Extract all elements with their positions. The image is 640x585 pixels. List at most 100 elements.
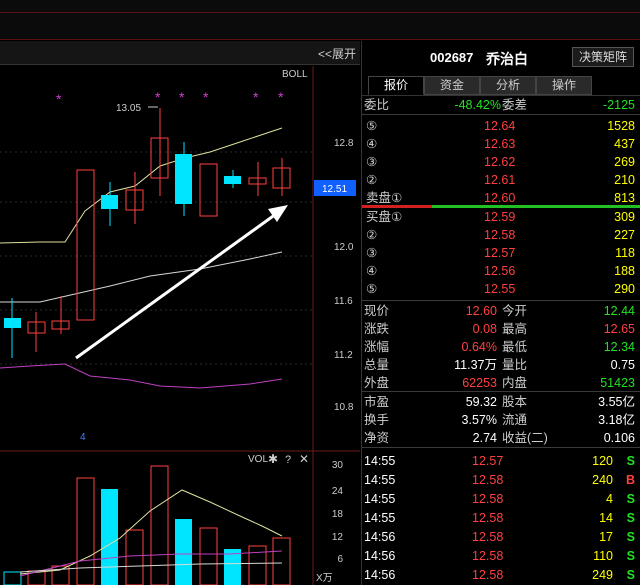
tick-row: 14:56 12.58 249 S xyxy=(362,566,640,584)
quote-value: 12.34 xyxy=(603,340,635,354)
bid-row: ④ 12.56 188 xyxy=(362,262,640,280)
tick-flag: S xyxy=(626,530,635,544)
chart-toolbar: <<展开 xyxy=(0,41,360,65)
ask-volume: 269 xyxy=(614,155,635,169)
quote-value: 0.08 xyxy=(472,322,497,336)
commission-ratio-value: -48.42% xyxy=(454,98,501,112)
ask-price: 12.64 xyxy=(484,119,516,133)
close-icon[interactable]: ✕ xyxy=(299,452,309,466)
tick-time: 14:55 xyxy=(364,454,396,468)
quote-label: 总量 xyxy=(364,358,390,372)
stock-code: 002687 xyxy=(430,50,474,65)
bid-price: 12.56 xyxy=(484,264,516,278)
tick-row: 14:56 12.58 17 S xyxy=(362,528,640,546)
tick-volume: 249 xyxy=(592,568,613,582)
bid-volume: 309 xyxy=(614,210,635,224)
quote-label: 外盘 xyxy=(364,376,390,390)
help-icon[interactable]: ? xyxy=(285,454,291,466)
volume-unit: X万 xyxy=(316,573,333,584)
quote-label: 最高 xyxy=(502,322,528,336)
settings-icon[interactable]: ✱ xyxy=(268,452,278,466)
high-price-marker: 13.05 xyxy=(116,103,141,114)
quote-row: 涨幅 0.64% 最低 12.34 xyxy=(362,338,640,356)
volume-bar xyxy=(272,537,291,585)
fundamental-label: 市盈 xyxy=(364,395,390,409)
price-tick: 12.0 xyxy=(334,242,354,253)
expand-button[interactable]: <<展开 xyxy=(318,45,356,62)
tab-quote[interactable]: 报价 xyxy=(368,76,424,95)
tick-price: 12.58 xyxy=(472,511,504,525)
volume-indicator-label: VOL xyxy=(248,454,268,465)
ask-level: ③ xyxy=(366,155,378,169)
volume-tick: 12 xyxy=(332,532,344,543)
quote-label: 涨幅 xyxy=(364,340,390,354)
price-tick: 10.8 xyxy=(334,402,354,413)
tab-operations[interactable]: 操作 xyxy=(536,76,592,95)
quote-value: 0.64% xyxy=(461,340,497,354)
divider xyxy=(362,447,640,448)
bid-volume: 188 xyxy=(614,264,635,278)
tick-volume: 120 xyxy=(592,454,613,468)
bid-volume: 118 xyxy=(615,246,635,260)
commission-diff-value: -2125 xyxy=(603,98,635,112)
volume-tick: 6 xyxy=(337,554,343,565)
tick-price: 12.58 xyxy=(472,568,504,582)
tick-flag: S xyxy=(626,568,635,582)
bid-level: ② xyxy=(366,228,378,242)
ask-price: 12.61 xyxy=(484,173,516,187)
tab-funds[interactable]: 资金 xyxy=(424,76,480,95)
kline-chart[interactable]: BOLL 12.8 12.0 11.6 11.2 10.8 12.51 * * … xyxy=(0,66,360,585)
tick-time: 14:56 xyxy=(364,549,396,563)
volume-bar xyxy=(101,489,118,585)
bid-price: 12.55 xyxy=(484,282,516,296)
quote-panel: 002687 乔治白 决策矩阵 报价 资金 分析 操作 委比 -48.42% 委… xyxy=(361,41,640,585)
title-bar xyxy=(0,0,640,40)
signal-star: * xyxy=(155,89,161,105)
volume-bar xyxy=(125,529,144,585)
volume-tick: 18 xyxy=(332,509,344,520)
tick-price: 12.57 xyxy=(472,454,504,468)
commission-row: 委比 -48.42% 委差 -2125 xyxy=(362,96,640,114)
volume-bar xyxy=(76,477,95,585)
bid-level: 买盘① xyxy=(366,210,403,224)
quote-value: 11.37万 xyxy=(454,358,497,372)
fundamental-value: 3.55亿 xyxy=(598,395,635,409)
tick-time: 14:56 xyxy=(364,568,396,582)
quote-row: 外盘 62253 内盘 51423 xyxy=(362,374,640,392)
stock-name: 乔治白 xyxy=(486,51,528,67)
divider xyxy=(362,391,640,392)
fundamental-label: 净资 xyxy=(364,431,390,445)
fundamental-value: 3.18亿 xyxy=(598,413,635,427)
ask-level: ② xyxy=(366,173,378,187)
fundamental-label: 收益(二) xyxy=(502,431,548,445)
quote-value: 51423 xyxy=(600,376,635,390)
volume-bar xyxy=(199,527,218,585)
quote-row: 总量 11.37万 量比 0.75 xyxy=(362,356,640,374)
tick-row: 14:55 12.58 14 S xyxy=(362,509,640,527)
tick-row: 14:55 12.58 240 B xyxy=(362,471,640,489)
ask-row: ③ 12.62 269 xyxy=(362,153,640,171)
tick-time: 14:55 xyxy=(364,492,396,506)
fundamental-value: 3.57% xyxy=(461,413,497,427)
bid-volume: 227 xyxy=(614,228,635,242)
volume-bar xyxy=(150,465,169,585)
candle xyxy=(4,318,21,328)
boll-mid-line xyxy=(0,251,283,303)
tick-price: 12.58 xyxy=(472,530,504,544)
price-tick: 12.8 xyxy=(334,138,354,149)
ask-volume: 1528 xyxy=(607,119,635,133)
kline-svg: BOLL 12.8 12.0 11.6 11.2 10.8 12.51 * * … xyxy=(0,66,360,585)
fundamental-label: 换手 xyxy=(364,413,390,427)
bid-row: 买盘① 12.59 309 xyxy=(362,208,640,226)
volume-tick: 24 xyxy=(332,486,344,497)
ask-level: ④ xyxy=(366,137,378,151)
candle xyxy=(199,163,218,217)
quote-label: 今开 xyxy=(502,304,528,318)
commission-diff-label: 委差 xyxy=(502,98,528,112)
tab-analysis[interactable]: 分析 xyxy=(480,76,536,95)
decision-matrix-button[interactable]: 决策矩阵 xyxy=(572,47,634,67)
tick-price: 12.58 xyxy=(472,549,504,563)
candle xyxy=(175,154,192,204)
tick-flag: S xyxy=(626,511,635,525)
volume-bar xyxy=(3,571,22,585)
